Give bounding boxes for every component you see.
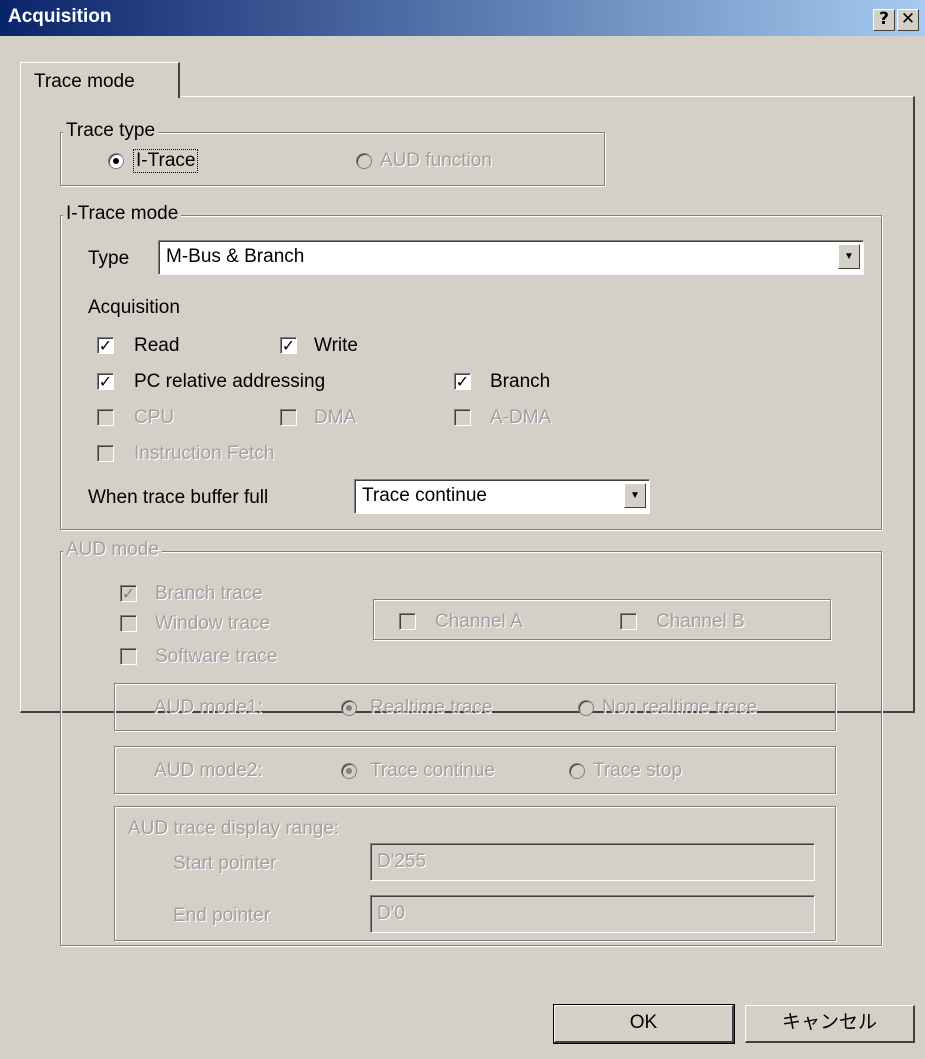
trace-continue-radio — [341, 763, 357, 779]
cancel-button[interactable]: キャンセル — [745, 1005, 915, 1043]
write-label: Write — [314, 335, 358, 356]
window-trace-checkbox — [120, 615, 137, 632]
acquisition-label: Acquisition — [88, 297, 180, 318]
read-label: Read — [134, 335, 180, 356]
aud-function-radio — [356, 153, 372, 169]
trace-stop-radio — [569, 763, 585, 779]
branch-checkbox[interactable]: ✓ — [454, 373, 471, 390]
end-pointer-value: D'0 — [377, 903, 405, 924]
type-select[interactable]: M-Bus & Branch ▼ — [158, 240, 864, 275]
aud-mode2-label: AUD mode2: — [154, 760, 263, 781]
tab-trace-mode[interactable]: Trace mode — [20, 62, 180, 98]
software-trace-label: Software trace — [155, 646, 278, 667]
end-pointer-label: End pointer — [173, 905, 271, 926]
aud-mode-legend: AUD mode — [63, 540, 162, 560]
aud-mode1-label: AUD mode1: — [154, 697, 263, 718]
close-button[interactable]: ✕ — [897, 9, 919, 31]
write-checkbox[interactable]: ✓ — [280, 337, 297, 354]
ok-button[interactable]: OK — [553, 1004, 735, 1044]
end-pointer-field: D'0 — [370, 895, 815, 933]
title-bar — [0, 0, 925, 36]
channel-b-label: Channel B — [656, 611, 745, 632]
instruction-fetch-label: Instruction Fetch — [134, 443, 275, 464]
buffer-full-value: Trace continue — [362, 485, 487, 506]
itrace-mode-legend: I-Trace mode — [63, 204, 182, 224]
display-range-label: AUD trace display range: — [128, 818, 340, 839]
non-realtime-trace-radio — [578, 700, 594, 716]
branch-label: Branch — [490, 371, 551, 392]
dma-checkbox — [280, 409, 297, 426]
itrace-radio[interactable] — [108, 153, 124, 169]
type-label: Type — [88, 248, 130, 269]
start-pointer-field: D'255 — [370, 843, 815, 881]
cpu-label: CPU — [134, 407, 175, 428]
window-title: Acquisition — [8, 6, 112, 27]
realtime-trace-label: Realtime trace — [370, 697, 493, 718]
buffer-full-label: When trace buffer full — [88, 487, 269, 508]
software-trace-checkbox — [120, 648, 137, 665]
cpu-checkbox — [97, 409, 114, 426]
start-pointer-value: D'255 — [377, 851, 427, 872]
trace-type-legend: Trace type — [63, 121, 159, 141]
buffer-full-select[interactable]: Trace continue ▼ — [354, 479, 650, 514]
start-pointer-label: Start pointer — [173, 853, 277, 874]
aud-function-label: AUD function — [380, 150, 492, 171]
window-trace-label: Window trace — [155, 613, 271, 634]
trace-continue-label: Trace continue — [370, 760, 495, 781]
tab-label: Trace mode — [34, 71, 135, 92]
pc-relative-label: PC relative addressing — [134, 371, 326, 392]
trace-stop-label: Trace stop — [593, 760, 683, 781]
a-dma-checkbox — [454, 409, 471, 426]
chevron-down-icon[interactable]: ▼ — [624, 483, 646, 508]
channel-a-label: Channel A — [435, 611, 523, 632]
chevron-down-icon[interactable]: ▼ — [838, 244, 860, 269]
pc-relative-checkbox[interactable]: ✓ — [97, 373, 114, 390]
help-button[interactable]: ? — [873, 9, 895, 31]
non-realtime-trace-label: Non realtime trace — [602, 697, 758, 718]
a-dma-label: A-DMA — [490, 407, 552, 428]
read-checkbox[interactable]: ✓ — [97, 337, 114, 354]
branch-trace-label: Branch trace — [155, 583, 263, 604]
channel-b-checkbox — [620, 613, 637, 630]
itrace-radio-label[interactable]: I-Trace — [132, 149, 199, 173]
realtime-trace-radio — [341, 700, 357, 716]
instruction-fetch-checkbox — [97, 445, 114, 462]
channel-a-checkbox — [399, 613, 416, 630]
branch-trace-checkbox: ✓ — [120, 584, 137, 603]
dma-label: DMA — [314, 407, 357, 428]
type-select-value: M-Bus & Branch — [166, 246, 305, 267]
